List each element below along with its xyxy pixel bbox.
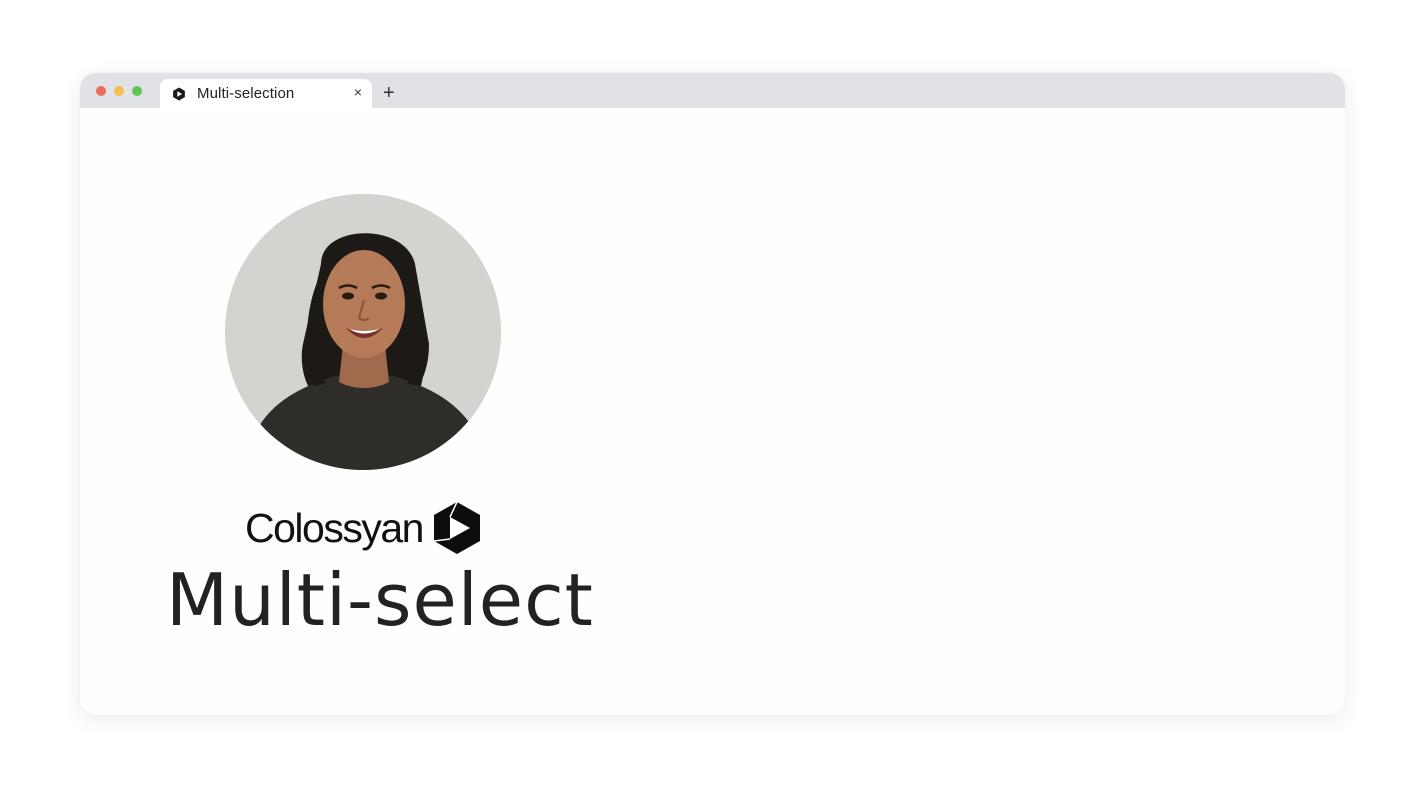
tab-title: Multi-selection [197, 85, 295, 102]
window-maximize-button[interactable] [132, 86, 142, 96]
brand-name: Colossyan [245, 504, 424, 551]
brand-lockup: Colossyan [245, 500, 482, 556]
page-headline: Multi-select [166, 558, 594, 642]
new-tab-button[interactable]: + [383, 79, 395, 107]
window-close-button[interactable] [96, 86, 106, 96]
colossyan-logo-icon [433, 501, 480, 554]
page-content: Colossyan Multi-select [80, 108, 1345, 715]
browser-tab[interactable]: Multi-selection × [160, 79, 372, 108]
browser-titlebar: Multi-selection × + [80, 73, 1345, 108]
browser-window: Multi-selection × + Colossyan Multi-sele… [80, 73, 1345, 715]
colossyan-logo-icon [173, 87, 185, 101]
window-minimize-button[interactable] [114, 86, 124, 96]
tab-close-icon[interactable]: × [354, 84, 362, 100]
presenter-avatar-illustration [225, 194, 501, 470]
presenter-avatar [225, 194, 501, 470]
